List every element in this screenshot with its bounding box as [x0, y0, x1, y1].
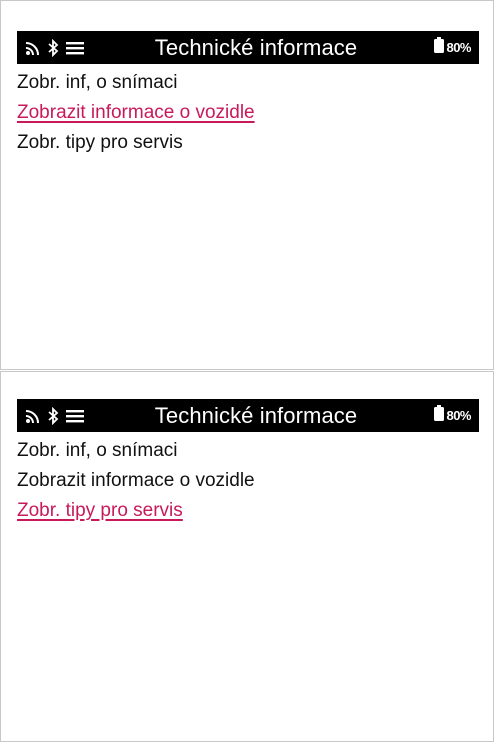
menu-item-service-tips[interactable]: Zobr. tipy pro servis	[17, 128, 479, 158]
menu-item-service-tips[interactable]: Zobr. tipy pro servis	[17, 496, 479, 526]
status-bar: Technické informace 80%	[17, 399, 479, 432]
device-screen-1: Technické informace 80% Zobr. inf, o sní…	[17, 31, 479, 158]
screenshot-frame-1: Technické informace 80% Zobr. inf, o sní…	[0, 0, 494, 370]
battery-icon	[434, 37, 445, 58]
menu-item-sensor-info[interactable]: Zobr. inf, o snímaci	[17, 68, 479, 98]
device-screen-2: Technické informace 80% Zobr. inf, o sní…	[17, 399, 479, 526]
screen-title: Technické informace	[154, 35, 358, 60]
battery-indicator: 80%	[434, 399, 471, 432]
menu-item-sensor-info[interactable]: Zobr. inf, o snímaci	[17, 436, 479, 466]
technical-info-menu: Zobr. inf, o snímaci Zobrazit informace …	[17, 68, 479, 158]
menu-item-vehicle-info[interactable]: Zobrazit informace o vozidle	[17, 98, 479, 128]
screenshot-frame-2: Technické informace 80% Zobr. inf, o sní…	[0, 371, 494, 742]
menu-item-vehicle-info[interactable]: Zobrazit informace o vozidle	[17, 466, 479, 496]
battery-level: 80%	[446, 40, 471, 55]
screen-title: Technické informace	[154, 403, 358, 428]
status-bar: Technické informace 80%	[17, 31, 479, 64]
battery-icon	[434, 405, 445, 426]
technical-info-menu: Zobr. inf, o snímaci Zobrazit informace …	[17, 436, 479, 526]
battery-level: 80%	[446, 408, 471, 423]
battery-indicator: 80%	[434, 31, 471, 64]
